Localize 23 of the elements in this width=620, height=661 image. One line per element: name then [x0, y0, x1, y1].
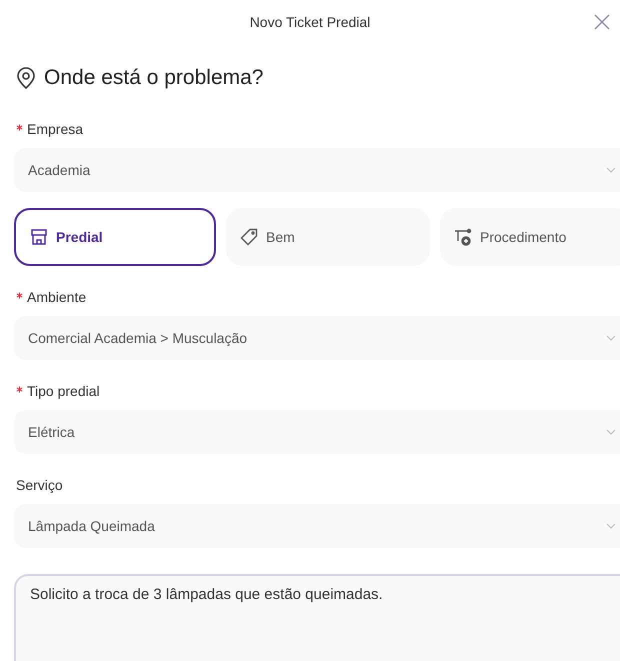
store-icon — [30, 228, 48, 246]
type-tab[interactable]: Procedimento — [440, 208, 620, 266]
select-field[interactable]: Lâmpada Queimada — [14, 504, 620, 548]
select-field[interactable]: Academia — [14, 148, 620, 192]
field-label: Serviço — [16, 477, 63, 493]
tag-icon — [240, 228, 258, 246]
type-tab[interactable]: Bem — [226, 208, 430, 266]
description-field[interactable]: Solicito a troca de 3 lâmpadas que estão queimadas. — [14, 574, 620, 661]
field-label: Ambiente — [27, 289, 86, 305]
location-pin-icon — [16, 67, 36, 89]
section-heading: Onde está o problema? — [44, 66, 264, 90]
dialog-title: Novo Ticket Predial — [250, 14, 370, 30]
select-field[interactable]: Comercial Academia > Musculação — [14, 316, 620, 360]
chevron-down-icon — [606, 428, 616, 436]
close-icon[interactable] — [594, 14, 610, 30]
chevron-down-icon — [606, 166, 616, 174]
type-tab[interactable]: Predial — [14, 208, 216, 266]
field-label: Tipo predial — [27, 383, 100, 399]
chevron-down-icon — [606, 522, 616, 530]
chevron-down-icon — [606, 334, 616, 342]
route-plus-icon — [454, 228, 472, 246]
field-label: Empresa — [27, 121, 84, 137]
select-field[interactable]: Elétrica — [14, 410, 620, 454]
